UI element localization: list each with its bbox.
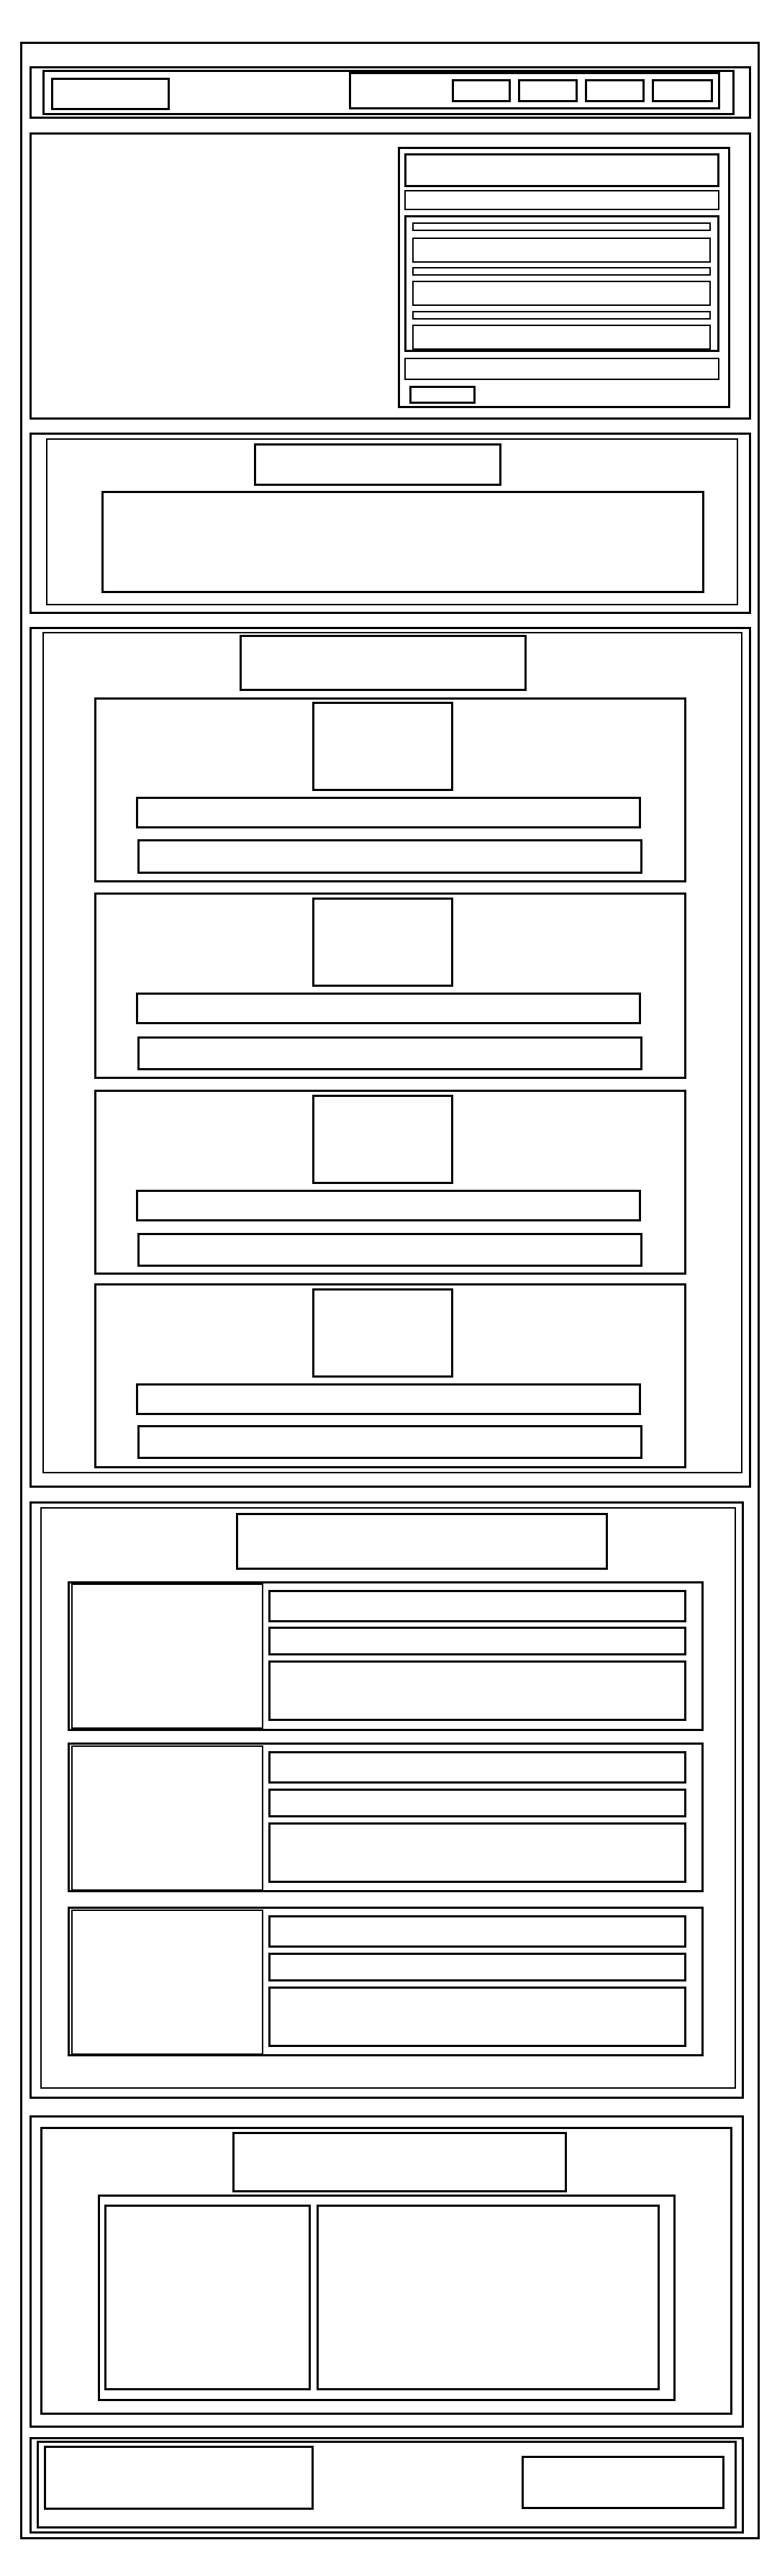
card-image <box>312 702 453 791</box>
list-item-subtitle <box>268 1789 686 1817</box>
list-item-subtitle <box>268 1953 686 1981</box>
card-title <box>136 1383 641 1415</box>
list-item-subtitle <box>268 1627 686 1655</box>
list-item-text <box>268 1987 686 2047</box>
feature-heading <box>232 2132 567 2192</box>
card-image <box>312 1288 453 1378</box>
list-item-title <box>268 1590 686 1622</box>
card-image <box>312 1095 453 1184</box>
list-item-image <box>71 1745 263 1891</box>
form-field-1[interactable] <box>404 153 719 187</box>
footer-left-block <box>44 2446 314 2510</box>
cards-heading <box>240 635 527 691</box>
form-field-8[interactable] <box>412 325 711 350</box>
logo[interactable] <box>51 78 170 110</box>
form-field-5[interactable] <box>412 267 711 276</box>
nav-item-3[interactable] <box>585 79 645 102</box>
feature-image <box>104 2205 311 2390</box>
form-field-6[interactable] <box>412 281 711 306</box>
card-title <box>136 1190 641 1221</box>
list-heading <box>236 1513 608 1570</box>
nav-item-1[interactable] <box>452 79 511 102</box>
footer-right-block[interactable] <box>522 2456 724 2509</box>
card-title <box>136 797 641 828</box>
list-item-title <box>268 1751 686 1784</box>
list-item-text <box>268 1822 686 1883</box>
list-item-text <box>268 1660 686 1721</box>
card-text <box>137 839 642 874</box>
card-text <box>137 1036 642 1070</box>
list-item-title <box>268 1915 686 1948</box>
list-item-image <box>71 1583 263 1729</box>
card-image <box>312 898 453 987</box>
intro-heading <box>254 443 501 486</box>
list-item-image <box>71 1910 263 2055</box>
form-field-3[interactable] <box>412 222 711 231</box>
form-field-4[interactable] <box>412 238 711 263</box>
form-field-9[interactable] <box>404 358 719 380</box>
card-title <box>136 993 641 1024</box>
nav-item-4[interactable] <box>652 79 713 102</box>
card-text <box>137 1425 642 1459</box>
form-field-7[interactable] <box>412 311 711 320</box>
form-field-2[interactable] <box>404 190 719 210</box>
intro-text <box>101 491 704 593</box>
nav-item-2[interactable] <box>518 79 578 102</box>
form-submit-button[interactable] <box>409 386 476 404</box>
feature-text <box>317 2205 660 2390</box>
card-text <box>137 1233 642 1267</box>
